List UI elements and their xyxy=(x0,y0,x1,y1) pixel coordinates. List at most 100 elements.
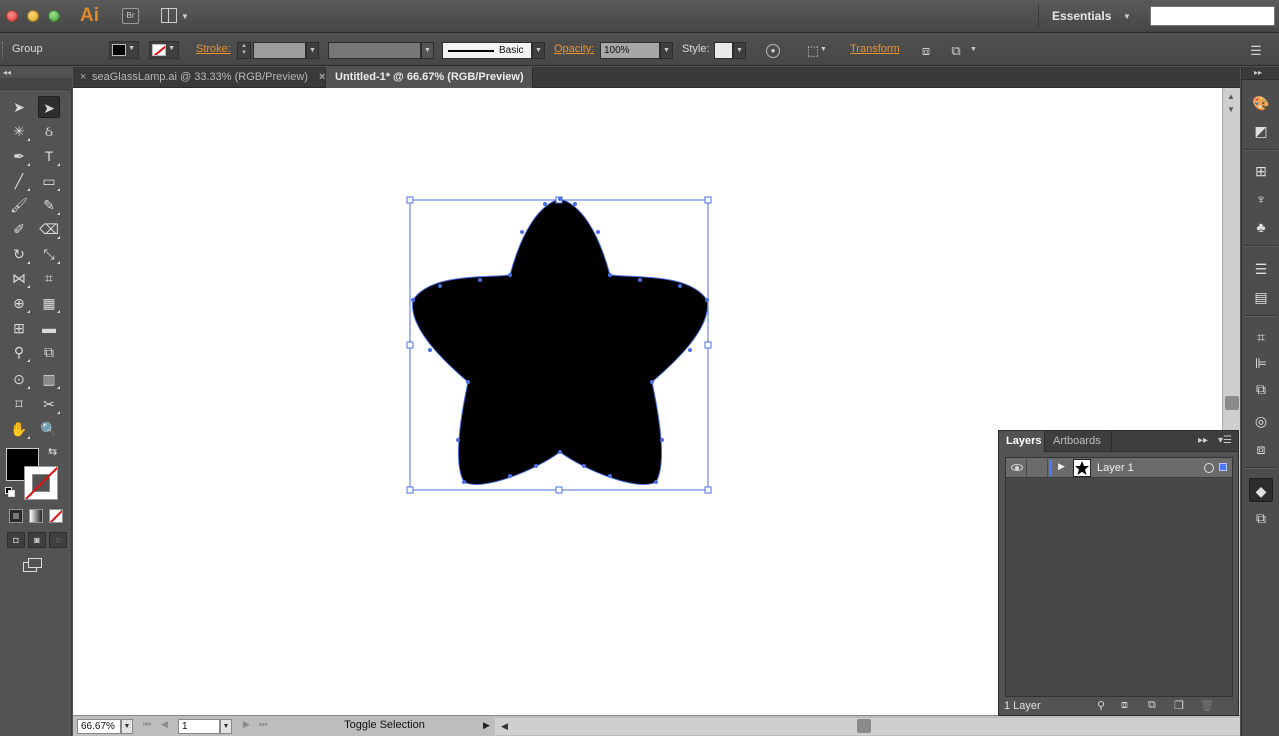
eyedropper-tool-icon[interactable]: ⚲ xyxy=(8,341,30,363)
zoom-level-field[interactable]: 66.67% xyxy=(77,719,121,734)
gradient-tool-icon[interactable]: ▬ xyxy=(38,317,60,339)
status-menu-arrow-icon[interactable]: ▶ xyxy=(483,720,490,731)
arrange-documents-button[interactable]: ▼ xyxy=(161,8,189,24)
window-close-button[interactable] xyxy=(6,10,18,22)
layer-target-icon[interactable] xyxy=(1204,463,1214,473)
chevron-down-icon[interactable]: ▼ xyxy=(820,46,827,53)
color-panel-icon[interactable]: 🎨 xyxy=(1249,91,1273,115)
column-graph-tool-icon[interactable]: ▥ xyxy=(38,368,60,390)
isolate-group-icon[interactable]: ⧈ xyxy=(918,43,934,59)
window-minimize-button[interactable] xyxy=(27,10,39,22)
dock-header[interactable]: ▸▸ xyxy=(1242,67,1279,80)
horizontal-scrollbar[interactable]: ◀ xyxy=(495,718,1240,735)
tab-artboards[interactable]: Artboards xyxy=(1046,431,1112,452)
color-mode-button[interactable] xyxy=(9,509,23,523)
transform-panel-icon[interactable]: ⌗ xyxy=(1249,325,1273,349)
brushes-panel-icon[interactable]: ♆ xyxy=(1249,187,1273,211)
scrollbar-thumb[interactable] xyxy=(1225,396,1239,410)
panel-grip[interactable] xyxy=(2,42,5,58)
opacity-dropdown[interactable]: ▼ xyxy=(660,42,673,59)
envelope-distort-icon[interactable]: ⧉ xyxy=(948,43,964,59)
graphic-style-swatch[interactable] xyxy=(714,42,733,59)
graphic-style-dropdown[interactable]: ▼ xyxy=(733,42,746,59)
panel-menu-icon[interactable]: ▾☰ xyxy=(1218,435,1232,446)
stroke-weight-stepper[interactable]: ▲ ▼ xyxy=(237,42,251,59)
artboard-number-field[interactable]: 1 xyxy=(178,719,220,734)
lock-toggle[interactable] xyxy=(1028,459,1048,477)
lasso-tool-icon[interactable]: ઠ xyxy=(38,120,60,142)
stroke-weight-field[interactable] xyxy=(253,42,306,59)
swatches-panel-icon[interactable]: ⊞ xyxy=(1249,159,1273,183)
magic-wand-tool-icon[interactable]: ✳ xyxy=(8,120,30,142)
variable-width-profile[interactable] xyxy=(328,42,421,59)
tab-layers[interactable]: Layers xyxy=(999,431,1045,452)
transform-panel-link[interactable]: Transform xyxy=(850,43,900,55)
graphic-styles-panel-icon[interactable]: ⧈ xyxy=(1249,437,1273,461)
rotate-tool-icon[interactable]: ↻ xyxy=(8,243,30,265)
opacity-field[interactable]: 100% xyxy=(600,42,660,59)
gradient-panel-icon[interactable]: ▤ xyxy=(1249,285,1273,309)
close-icon[interactable]: × xyxy=(319,71,325,83)
artboards-panel-icon[interactable]: ⧉ xyxy=(1249,506,1273,530)
selection-tool-icon[interactable]: ➤ xyxy=(8,96,30,118)
mesh-tool-icon[interactable]: ⊞ xyxy=(8,317,30,339)
expand-triangle-icon[interactable]: ▶ xyxy=(1058,461,1065,472)
align-panel-icon[interactable]: ⊫ xyxy=(1249,351,1273,375)
first-artboard-icon[interactable]: ⏮ xyxy=(143,719,151,730)
tools-panel-header[interactable] xyxy=(0,78,72,90)
next-artboard-icon[interactable]: ▶ xyxy=(243,719,250,730)
blob-brush-tool-icon[interactable]: ✐ xyxy=(8,218,30,240)
expand-panels-icon[interactable]: ▸▸ xyxy=(1254,68,1262,77)
document-tab-untitled-1[interactable]: × Untitled-1* @ 66.67% (RGB/Preview) xyxy=(319,67,533,88)
zoom-tool-icon[interactable]: 🔍 xyxy=(38,418,60,440)
chevron-down-icon[interactable]: ▼ xyxy=(970,46,977,53)
symbols-panel-icon[interactable]: ♣ xyxy=(1249,215,1273,239)
last-artboard-icon[interactable]: ⏭ xyxy=(259,719,267,730)
eraser-tool-icon[interactable]: ⌫ xyxy=(38,218,60,240)
new-sublayer-icon[interactable]: ⧉ xyxy=(1148,699,1156,712)
selected-star-group[interactable] xyxy=(400,190,720,500)
collapse-panel-icon[interactable]: ▸▸ xyxy=(1198,435,1208,446)
scroll-down-icon[interactable]: ▼ xyxy=(1227,105,1235,114)
scrollbar-thumb[interactable] xyxy=(857,719,871,733)
scroll-left-icon[interactable]: ◀ xyxy=(501,721,508,732)
status-info-menu[interactable]: Toggle Selection xyxy=(277,719,492,734)
line-segment-tool-icon[interactable]: ╱ xyxy=(8,170,30,192)
perspective-grid-tool-icon[interactable]: ▦ xyxy=(38,292,60,314)
new-layer-icon[interactable]: ❐ xyxy=(1174,699,1184,712)
appearance-panel-icon[interactable]: ◎ xyxy=(1249,409,1273,433)
variable-width-dropdown[interactable]: ▼ xyxy=(421,42,434,59)
rounded-star-shape[interactable] xyxy=(412,198,708,485)
paintbrush-tool-icon[interactable]: 🖌 xyxy=(8,194,30,216)
gradient-mode-button[interactable] xyxy=(29,509,43,523)
stroke-panel-icon[interactable]: ☰ xyxy=(1249,257,1273,281)
brush-dropdown[interactable]: ▼ xyxy=(532,42,545,59)
color-guide-icon[interactable]: ◩ xyxy=(1249,119,1273,143)
pathfinder-panel-icon[interactable]: ⧉ xyxy=(1249,377,1273,401)
layers-panel-icon[interactable]: ◆ xyxy=(1249,478,1273,502)
stroke-panel-link[interactable]: Stroke: xyxy=(196,43,231,55)
rectangle-tool-icon[interactable]: ▭ xyxy=(38,170,60,192)
type-tool-icon[interactable]: T xyxy=(38,145,60,167)
symbol-sprayer-tool-icon[interactable]: ⊙ xyxy=(8,368,30,390)
opacity-panel-link[interactable]: Opacity: xyxy=(554,43,594,55)
stroke-weight-dropdown[interactable]: ▼ xyxy=(306,42,319,59)
brush-definition[interactable]: Basic xyxy=(442,42,532,59)
help-search-input[interactable] xyxy=(1150,6,1275,26)
change-screen-mode-icon[interactable] xyxy=(23,558,45,574)
go-to-bridge-button[interactable]: Br xyxy=(122,8,139,24)
previous-artboard-icon[interactable]: ◀ xyxy=(161,719,168,730)
locate-object-icon[interactable]: ⚲ xyxy=(1097,699,1105,712)
workspace-switcher[interactable]: Essentials xyxy=(1052,9,1111,23)
draw-normal-icon[interactable]: ◘ xyxy=(7,532,25,548)
fill-color-dropdown[interactable]: ▼ xyxy=(109,41,139,59)
clipping-mask-icon[interactable]: ⧈ xyxy=(1121,699,1128,712)
default-fill-stroke-icon[interactable] xyxy=(5,487,15,497)
align-icon[interactable]: ⬚ xyxy=(805,43,821,59)
blend-tool-icon[interactable]: ⧉ xyxy=(38,341,60,363)
zoom-dropdown[interactable]: ▼ xyxy=(121,719,133,734)
slice-tool-icon[interactable]: ✂ xyxy=(38,393,60,415)
pen-tool-icon[interactable]: ✒ xyxy=(8,145,30,167)
visibility-toggle[interactable] xyxy=(1007,459,1027,477)
scroll-up-icon[interactable]: ▲ xyxy=(1227,92,1235,101)
